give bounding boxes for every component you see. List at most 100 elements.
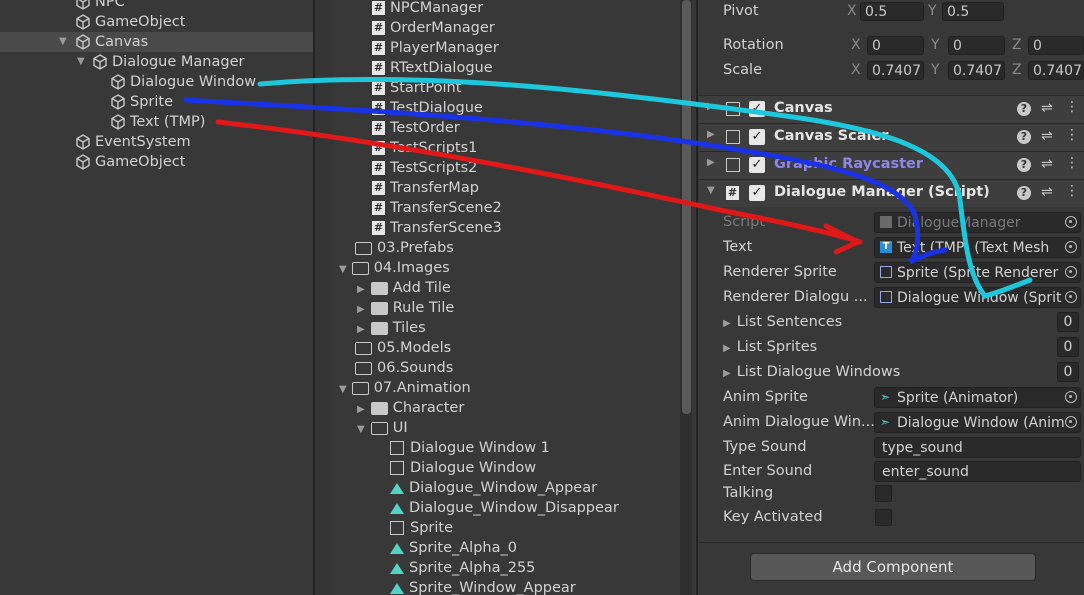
script-item[interactable]: # TransferScene3 xyxy=(372,218,502,238)
talking-checkbox[interactable] xyxy=(875,485,892,502)
anim-dialogue-window-field[interactable]: ➣ Dialogue Window (Anim xyxy=(874,412,1081,433)
object-picker-icon[interactable] xyxy=(1065,291,1077,303)
folder-item[interactable]: ▶ Tiles xyxy=(357,318,426,338)
script-item[interactable]: # TransferMap xyxy=(372,178,479,198)
component-enabled-checkbox[interactable]: ✓ xyxy=(749,129,765,145)
list-sentences-row[interactable]: ▶ List Sentences xyxy=(723,314,842,330)
script-item[interactable]: # PlayerManager xyxy=(372,38,499,58)
fold-right-icon[interactable]: ▶ xyxy=(723,318,731,329)
scale-z-field[interactable]: 0.7407 xyxy=(1028,61,1084,80)
hierarchy-item-gameobject[interactable]: GameObject xyxy=(75,152,185,172)
rotation-z-field[interactable]: 0 xyxy=(1028,36,1084,55)
object-picker-icon[interactable] xyxy=(1065,391,1077,403)
animation-clip-item[interactable]: Dialogue_Window_Disappear xyxy=(390,498,619,518)
fold-right-icon[interactable]: ▶ xyxy=(707,157,715,168)
pivot-x-field[interactable]: 0.5 xyxy=(860,2,924,21)
project-scrollbar-thumb[interactable] xyxy=(682,0,691,414)
anim-sprite-field[interactable]: ➣ Sprite (Animator) xyxy=(874,387,1081,408)
component-header-canvas-scaler[interactable]: ▶ ✓ Canvas Scaler ? ⇌ ⋮ xyxy=(699,123,1084,151)
component-header-dialogue-manager[interactable]: ▼ # ✓ Dialogue Manager (Script) ? ⇌ ⋮ xyxy=(699,179,1084,207)
script-item[interactable]: # TestScripts2 xyxy=(372,158,477,178)
fold-right-icon[interactable]: ▶ xyxy=(707,129,715,140)
scale-y-field[interactable]: 0.7407 xyxy=(948,61,1005,80)
help-icon[interactable]: ? xyxy=(1017,186,1031,200)
presets-icon[interactable]: ⇌ xyxy=(1041,128,1053,144)
script-item[interactable]: # NPCManager xyxy=(372,0,483,18)
hierarchy-item-canvas[interactable]: ▼ Canvas xyxy=(0,32,313,52)
more-options-icon[interactable]: ⋮ xyxy=(1065,99,1079,115)
fold-down-icon[interactable]: ▼ xyxy=(357,424,365,435)
folder-item[interactable]: 06.Sounds xyxy=(355,358,453,378)
type-sound-field[interactable]: type_sound xyxy=(874,437,1081,458)
hierarchy-item-text-tmp[interactable]: Text (TMP) xyxy=(110,112,205,132)
list-sprites-size[interactable]: 0 xyxy=(1057,337,1079,357)
script-item[interactable]: # TestDialogue xyxy=(372,98,483,118)
list-sentences-size[interactable]: 0 xyxy=(1057,312,1079,332)
fold-right-icon[interactable]: ▶ xyxy=(357,404,365,415)
scale-x-field[interactable]: 0.7407 xyxy=(867,61,924,80)
hierarchy-item-npc[interactable]: NPC xyxy=(75,0,125,12)
rotation-y-field[interactable]: 0 xyxy=(948,36,1005,55)
fold-right-icon[interactable]: ▶ xyxy=(357,324,365,335)
fold-right-icon[interactable]: ▶ xyxy=(357,284,365,295)
folder-item[interactable]: 05.Models xyxy=(355,338,451,358)
fold-down-icon[interactable]: ▼ xyxy=(339,384,347,395)
fold-right-icon[interactable]: ▶ xyxy=(707,101,715,112)
key-activated-checkbox[interactable] xyxy=(875,509,892,526)
animation-clip-item[interactable]: Sprite_Window_Appear xyxy=(390,578,576,595)
fold-right-icon[interactable]: ▶ xyxy=(357,304,365,315)
animator-controller-item[interactable]: Sprite xyxy=(390,518,453,538)
folder-item[interactable]: ▶ Character xyxy=(357,398,464,418)
help-icon[interactable]: ? xyxy=(1017,158,1031,172)
enter-sound-field[interactable]: enter_sound xyxy=(874,461,1081,482)
fold-right-icon[interactable]: ▶ xyxy=(723,343,731,354)
animator-controller-item[interactable]: Dialogue Window xyxy=(390,458,536,478)
object-picker-icon[interactable] xyxy=(1065,266,1077,278)
animation-clip-item[interactable]: Sprite_Alpha_255 xyxy=(390,558,535,578)
animation-clip-item[interactable]: Dialogue_Window_Appear xyxy=(390,478,597,498)
component-header-canvas[interactable]: ▶ ✓ Canvas ? ⇌ ⋮ xyxy=(699,95,1084,123)
script-item[interactable]: # StartPoint xyxy=(372,78,461,98)
help-icon[interactable]: ? xyxy=(1017,130,1031,144)
folder-item[interactable]: ▼ 07.Animation xyxy=(339,378,471,398)
script-item[interactable]: # RTextDialogue xyxy=(372,58,493,78)
more-options-icon[interactable]: ⋮ xyxy=(1065,183,1079,199)
panel-divider[interactable] xyxy=(696,0,698,595)
list-dialogue-windows-size[interactable]: 0 xyxy=(1057,362,1079,382)
more-options-icon[interactable]: ⋮ xyxy=(1065,155,1079,171)
add-component-button[interactable]: Add Component xyxy=(750,553,1036,581)
component-enabled-checkbox[interactable]: ✓ xyxy=(749,157,765,173)
rotation-x-field[interactable]: 0 xyxy=(867,36,924,55)
component-enabled-checkbox[interactable]: ✓ xyxy=(749,185,765,201)
folder-item[interactable]: ▶ Add Tile xyxy=(357,278,451,298)
hierarchy-item-gameobject[interactable]: GameObject xyxy=(75,12,185,32)
object-picker-icon[interactable] xyxy=(1065,241,1077,253)
folder-item[interactable]: ▼ 04.Images xyxy=(339,258,450,278)
folder-item[interactable]: ▼ UI xyxy=(357,418,408,438)
presets-icon[interactable]: ⇌ xyxy=(1041,184,1053,200)
folder-item[interactable]: 03.Prefabs xyxy=(355,238,454,258)
script-item[interactable]: # TestScripts1 xyxy=(372,138,477,158)
presets-icon[interactable]: ⇌ xyxy=(1041,100,1053,116)
pivot-y-field[interactable]: 0.5 xyxy=(942,2,1004,21)
fold-down-icon[interactable]: ▼ xyxy=(707,185,715,196)
hierarchy-item-sprite[interactable]: Sprite xyxy=(110,92,173,112)
animation-clip-item[interactable]: Sprite_Alpha_0 xyxy=(390,538,517,558)
renderer-dialogue-window-field[interactable]: Dialogue Window (Sprit xyxy=(874,287,1081,308)
renderer-sprite-field[interactable]: Sprite (Sprite Renderer xyxy=(874,262,1081,283)
list-sprites-row[interactable]: ▶ List Sprites xyxy=(723,339,817,355)
hierarchy-item-dialogue-window[interactable]: Dialogue Window xyxy=(110,72,256,92)
folder-item[interactable]: ▶ Rule Tile xyxy=(357,298,454,318)
component-header-graphic-raycaster[interactable]: ▶ ✓ Graphic Raycaster ? ⇌ ⋮ xyxy=(699,151,1084,179)
fold-down-icon[interactable]: ▼ xyxy=(339,264,347,275)
text-field[interactable]: T Text (TMP) (Text Mesh xyxy=(874,237,1081,258)
script-item[interactable]: # TestOrder xyxy=(372,118,460,138)
fold-down-icon[interactable]: ▼ xyxy=(77,52,87,72)
script-item[interactable]: # TransferScene2 xyxy=(372,198,502,218)
fold-right-icon[interactable]: ▶ xyxy=(723,368,731,379)
script-item[interactable]: # OrderManager xyxy=(372,18,495,38)
fold-down-icon[interactable]: ▼ xyxy=(59,32,69,52)
presets-icon[interactable]: ⇌ xyxy=(1041,156,1053,172)
object-picker-icon[interactable] xyxy=(1065,416,1077,428)
more-options-icon[interactable]: ⋮ xyxy=(1065,127,1079,143)
